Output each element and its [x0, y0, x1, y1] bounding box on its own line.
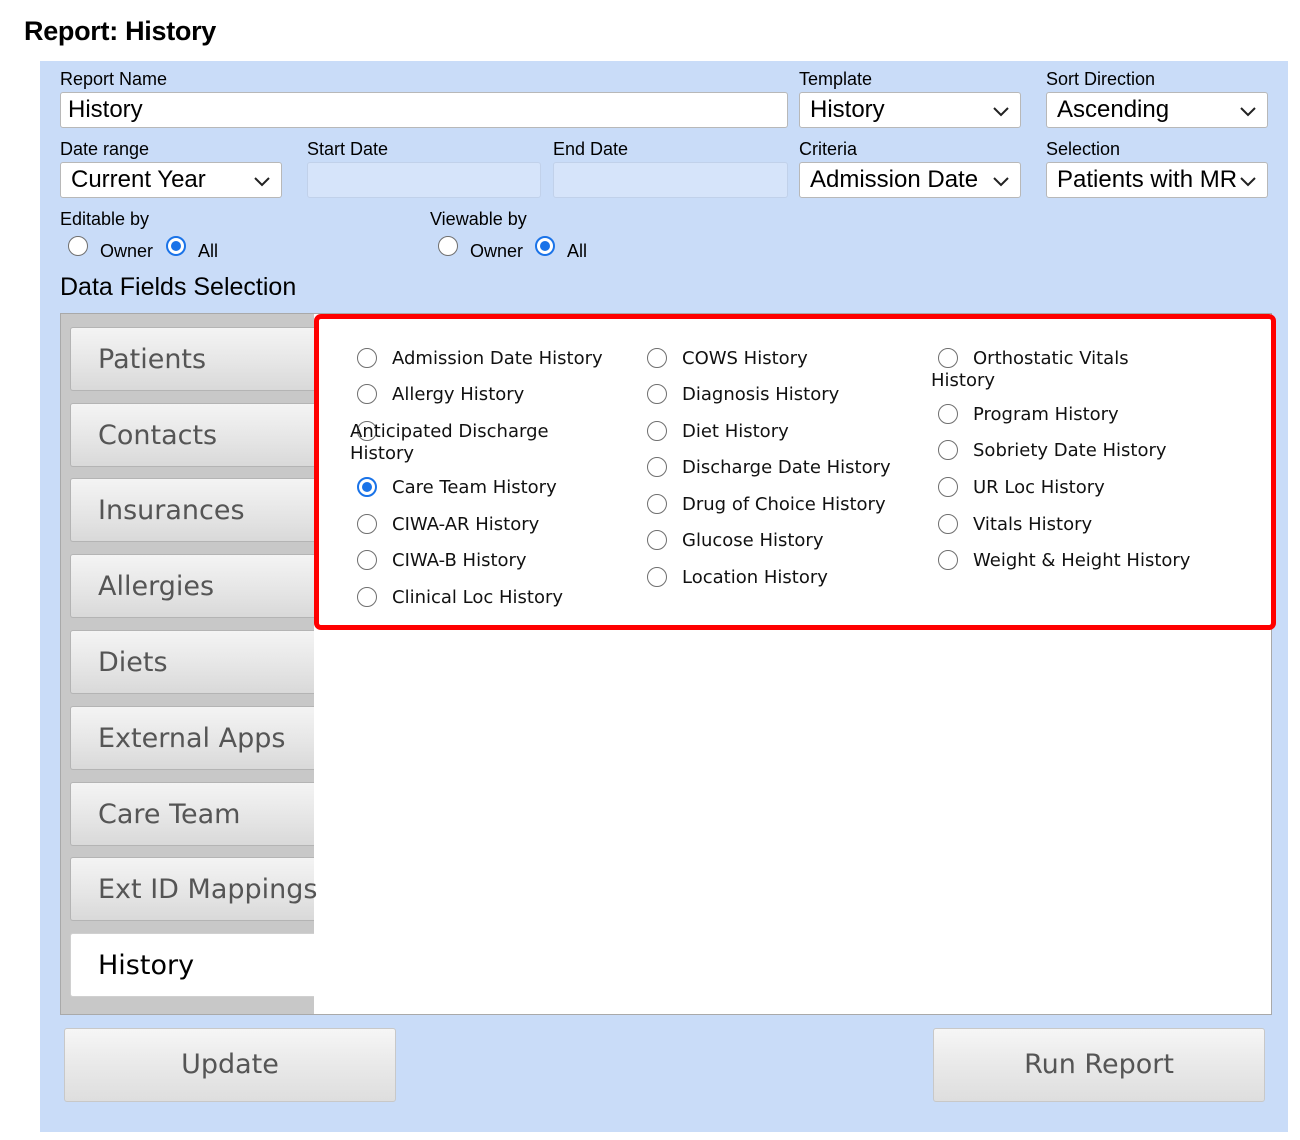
field-label: Glucose History	[682, 530, 824, 551]
data-fields-title: Data Fields Selection	[60, 273, 297, 301]
chevron-down-icon	[993, 107, 1009, 117]
field-label: Program History	[973, 404, 1119, 425]
field-radio[interactable]	[938, 404, 958, 424]
field-radio[interactable]	[357, 477, 377, 497]
field-label: CIWA-AR History	[392, 514, 540, 535]
sort-direction-value: Ascending	[1057, 96, 1170, 123]
run-report-button[interactable]: Run Report	[933, 1028, 1265, 1102]
chevron-down-icon	[993, 177, 1009, 187]
field-radio[interactable]	[647, 457, 667, 477]
editable-by-all-label: All	[198, 241, 219, 261]
field-radio[interactable]	[938, 550, 958, 570]
report-name-label: Report Name	[60, 69, 168, 89]
tab-patients[interactable]: Patients	[70, 327, 314, 391]
field-label: Drug of Choice History	[682, 494, 886, 515]
start-date-label: Start Date	[307, 139, 389, 159]
viewable-by-label: Viewable by	[430, 209, 527, 229]
template-select[interactable]: History	[799, 92, 1021, 128]
field-radio[interactable]	[357, 550, 377, 570]
sort-direction-label: Sort Direction	[1046, 69, 1156, 89]
field-label: Orthostatic Vitals History	[931, 348, 1129, 391]
start-date-input[interactable]	[307, 162, 541, 198]
field-label: CIWA-B History	[392, 550, 527, 571]
tab-diets[interactable]: Diets	[70, 630, 314, 694]
sort-direction-select[interactable]: Ascending	[1046, 92, 1268, 128]
chevron-down-icon	[1240, 177, 1256, 187]
field-radio[interactable]	[647, 348, 667, 368]
field-label: Care Team History	[392, 477, 557, 498]
field-label: Admission Date History	[392, 348, 603, 369]
field-radio[interactable]	[938, 514, 958, 534]
update-button[interactable]: Update	[64, 1028, 396, 1102]
field-label: Diagnosis History	[682, 384, 840, 405]
field-label: Location History	[682, 567, 828, 588]
template-label: Template	[799, 69, 873, 89]
chevron-down-icon	[1240, 107, 1256, 117]
tab-insurances[interactable]: Insurances	[70, 478, 314, 542]
field-label: COWS History	[682, 348, 808, 369]
tab-contacts[interactable]: Contacts	[70, 403, 314, 467]
field-radio[interactable]	[938, 440, 958, 460]
field-label: Clinical Loc History	[392, 587, 564, 608]
criteria-value: Admission Date	[810, 166, 979, 193]
field-radio[interactable]	[357, 384, 377, 404]
viewable-by-all-radio[interactable]	[535, 236, 555, 256]
tab-list: Patients Contacts Insurances Allergies D…	[61, 314, 317, 1014]
field-radio[interactable]	[647, 421, 667, 441]
selection-value: Patients with MR	[1057, 166, 1238, 193]
editable-by-owner-label: Owner	[100, 241, 154, 261]
field-radio[interactable]	[357, 514, 377, 534]
criteria-select[interactable]: Admission Date	[799, 162, 1021, 198]
field-radio[interactable]	[647, 530, 667, 550]
report-form-panel: Report Name Template History Sort Direct…	[40, 61, 1288, 1132]
viewable-by-owner-radio[interactable]	[438, 236, 458, 256]
field-radio[interactable]	[357, 348, 377, 368]
end-date-input[interactable]	[553, 162, 788, 198]
report-name-input[interactable]	[60, 92, 788, 128]
history-fields-panel: Admission Date History Allergy History A…	[314, 314, 1276, 630]
field-label: UR Loc History	[973, 477, 1105, 498]
viewable-by-owner-label: Owner	[470, 241, 524, 261]
field-label: Anticipated Discharge History	[350, 421, 600, 465]
field-label: Sobriety Date History	[973, 440, 1167, 461]
page-title: Report: History	[24, 16, 217, 46]
date-range-value: Current Year	[71, 166, 206, 193]
editable-by-owner-radio[interactable]	[68, 236, 88, 256]
tab-history[interactable]: History	[70, 933, 314, 997]
field-radio[interactable]	[647, 494, 667, 514]
viewable-by-all-label: All	[567, 241, 588, 261]
field-label-text: Anticipated Discharge History	[350, 421, 549, 464]
editable-by-label: Editable by	[60, 209, 150, 229]
tab-external-apps[interactable]: External Apps	[70, 706, 314, 770]
field-radio[interactable]	[647, 567, 667, 587]
chevron-down-icon	[254, 177, 270, 187]
field-label: Discharge Date History	[682, 457, 891, 478]
field-radio[interactable]	[647, 384, 667, 404]
field-radio[interactable]	[938, 477, 958, 497]
field-label: Allergy History	[392, 384, 525, 405]
field-radio[interactable]	[357, 587, 377, 607]
selection-select[interactable]: Patients with MR	[1046, 162, 1268, 198]
date-range-label: Date range	[60, 139, 150, 159]
field-label: Diet History	[682, 421, 789, 442]
field-label: Weight & Height History	[973, 550, 1191, 571]
editable-by-all-radio[interactable]	[166, 236, 186, 256]
criteria-label: Criteria	[799, 139, 858, 159]
selection-label: Selection	[1046, 139, 1121, 159]
end-date-label: End Date	[553, 139, 629, 159]
tab-ext-id-mappings[interactable]: Ext ID Mappings	[70, 857, 317, 921]
date-range-select[interactable]: Current Year	[60, 162, 282, 198]
field-label: Vitals History	[973, 514, 1093, 535]
template-value: History	[810, 96, 885, 123]
tab-care-team[interactable]: Care Team	[70, 782, 314, 846]
tab-allergies[interactable]: Allergies	[70, 554, 314, 618]
